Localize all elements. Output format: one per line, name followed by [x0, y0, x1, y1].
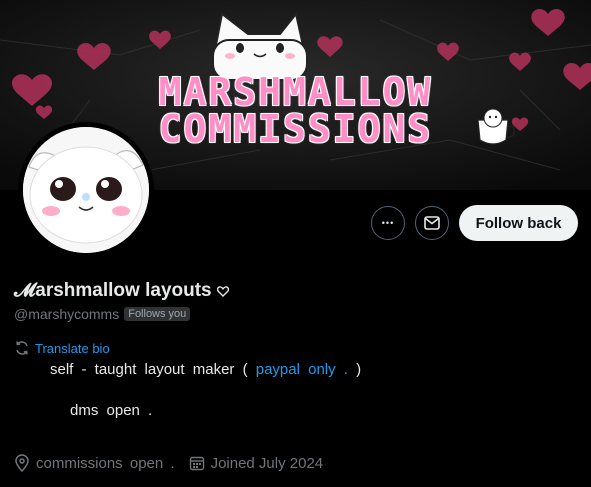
handle-row: @marshycomms Follows you: [14, 306, 191, 322]
location-text: commissions open .: [36, 454, 175, 472]
avatar-art: [23, 127, 149, 253]
bio-text-end: ): [356, 361, 362, 378]
message-button[interactable]: [415, 206, 449, 240]
joined-date: Joined July 2024: [210, 454, 324, 472]
display-name-row: 𝓜arshmallow layouts: [14, 280, 229, 302]
follow-back-button[interactable]: Follow back: [459, 205, 578, 241]
heart-icon: [216, 285, 229, 297]
translate-icon: [16, 341, 28, 355]
bio-line-1: self - taught layout maker ( paypal only…: [50, 361, 361, 378]
bio-text: self - taught layout maker (: [50, 361, 248, 378]
more-icon: •••: [381, 218, 395, 228]
location-pin-icon: [15, 454, 29, 472]
calendar-icon: [189, 456, 204, 471]
more-options-button[interactable]: •••: [371, 206, 405, 240]
translate-bio-label: Translate bio: [35, 340, 110, 356]
bio-line-2: dms open .: [70, 402, 153, 419]
paypal-link[interactable]: paypal only .: [256, 361, 348, 378]
avatar[interactable]: [18, 122, 154, 258]
display-name: 𝓜arshmallow layouts: [14, 280, 212, 301]
handle: @marshycomms: [14, 306, 120, 322]
translate-bio-button[interactable]: Translate bio: [14, 340, 110, 356]
envelope-icon: [424, 216, 440, 230]
profile-meta: commissions open . Joined July 2024: [14, 454, 323, 472]
follows-you-badge: Follows you: [124, 307, 191, 321]
